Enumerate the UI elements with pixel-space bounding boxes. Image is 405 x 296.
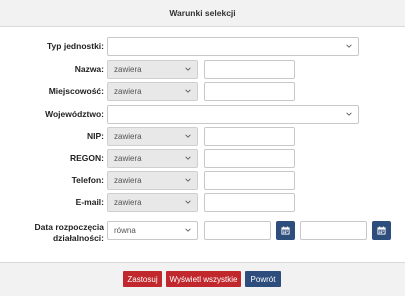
chevron-down-icon bbox=[346, 112, 352, 116]
email-operator-select[interactable]: zawiera bbox=[107, 193, 198, 212]
nazwa-operator-select[interactable]: zawiera bbox=[107, 60, 198, 79]
miejscowosc-label: Miejscowość: bbox=[48, 86, 104, 96]
nip-input[interactable] bbox=[204, 127, 295, 146]
miejscowosc-operator-select[interactable]: zawiera bbox=[107, 82, 198, 101]
data-label-line2: działalności: bbox=[52, 233, 104, 243]
nazwa-label: Nazwa: bbox=[74, 64, 104, 74]
chevron-down-icon bbox=[185, 200, 191, 204]
regon-operator-select[interactable]: zawiera bbox=[107, 149, 198, 168]
date-to-input[interactable] bbox=[300, 221, 367, 240]
telefon-label: Telefon: bbox=[71, 175, 104, 185]
telefon-operator-select[interactable]: zawiera bbox=[107, 171, 198, 190]
nazwa-input[interactable] bbox=[204, 60, 295, 79]
chevron-down-icon bbox=[185, 89, 191, 93]
telefon-operator-value: zawiera bbox=[114, 176, 142, 185]
telefon-input[interactable] bbox=[204, 171, 295, 190]
dialog-header: Warunki selekcji bbox=[0, 0, 405, 27]
regon-input[interactable] bbox=[204, 149, 295, 168]
wojewodztwo-label: Województwo: bbox=[45, 109, 104, 119]
show-all-button[interactable]: Wyświetl wszystkie bbox=[166, 271, 241, 287]
nip-operator-value: zawiera bbox=[114, 132, 142, 141]
chevron-down-icon bbox=[185, 134, 191, 138]
email-label: E-mail: bbox=[75, 197, 104, 207]
miejscowosc-input[interactable] bbox=[204, 82, 295, 101]
chevron-down-icon bbox=[346, 44, 352, 48]
email-operator-value: zawiera bbox=[114, 198, 142, 207]
email-input[interactable] bbox=[204, 193, 295, 212]
chevron-down-icon bbox=[185, 228, 191, 232]
data-operator-value: równa bbox=[114, 226, 136, 235]
date-from-calendar-button[interactable] bbox=[276, 221, 295, 240]
data-rozpoczecia-label: Data rozpoczęcia działalności: bbox=[35, 222, 104, 244]
typ-jednostki-label: Typ jednostki: bbox=[47, 41, 104, 51]
typ-jednostki-select[interactable] bbox=[107, 37, 359, 56]
wojewodztwo-select[interactable] bbox=[107, 105, 359, 124]
nip-operator-select[interactable]: zawiera bbox=[107, 127, 198, 146]
data-operator-select[interactable]: równa bbox=[107, 221, 198, 240]
calendar-icon bbox=[281, 226, 290, 235]
regon-operator-value: zawiera bbox=[114, 154, 142, 163]
nazwa-operator-value: zawiera bbox=[114, 65, 142, 74]
data-label-line1: Data rozpoczęcia bbox=[34, 222, 104, 232]
nip-label: NIP: bbox=[87, 131, 104, 141]
apply-button[interactable]: Zastosuj bbox=[123, 271, 162, 287]
regon-label: REGON: bbox=[70, 153, 104, 163]
date-from-input[interactable] bbox=[204, 221, 271, 240]
back-button[interactable]: Powrót bbox=[245, 271, 281, 287]
calendar-icon bbox=[377, 226, 386, 235]
chevron-down-icon bbox=[185, 67, 191, 71]
chevron-down-icon bbox=[185, 178, 191, 182]
date-to-calendar-button[interactable] bbox=[372, 221, 391, 240]
miejscowosc-operator-value: zawiera bbox=[114, 87, 142, 96]
dialog-title: Warunki selekcji bbox=[169, 8, 236, 18]
chevron-down-icon bbox=[185, 156, 191, 160]
